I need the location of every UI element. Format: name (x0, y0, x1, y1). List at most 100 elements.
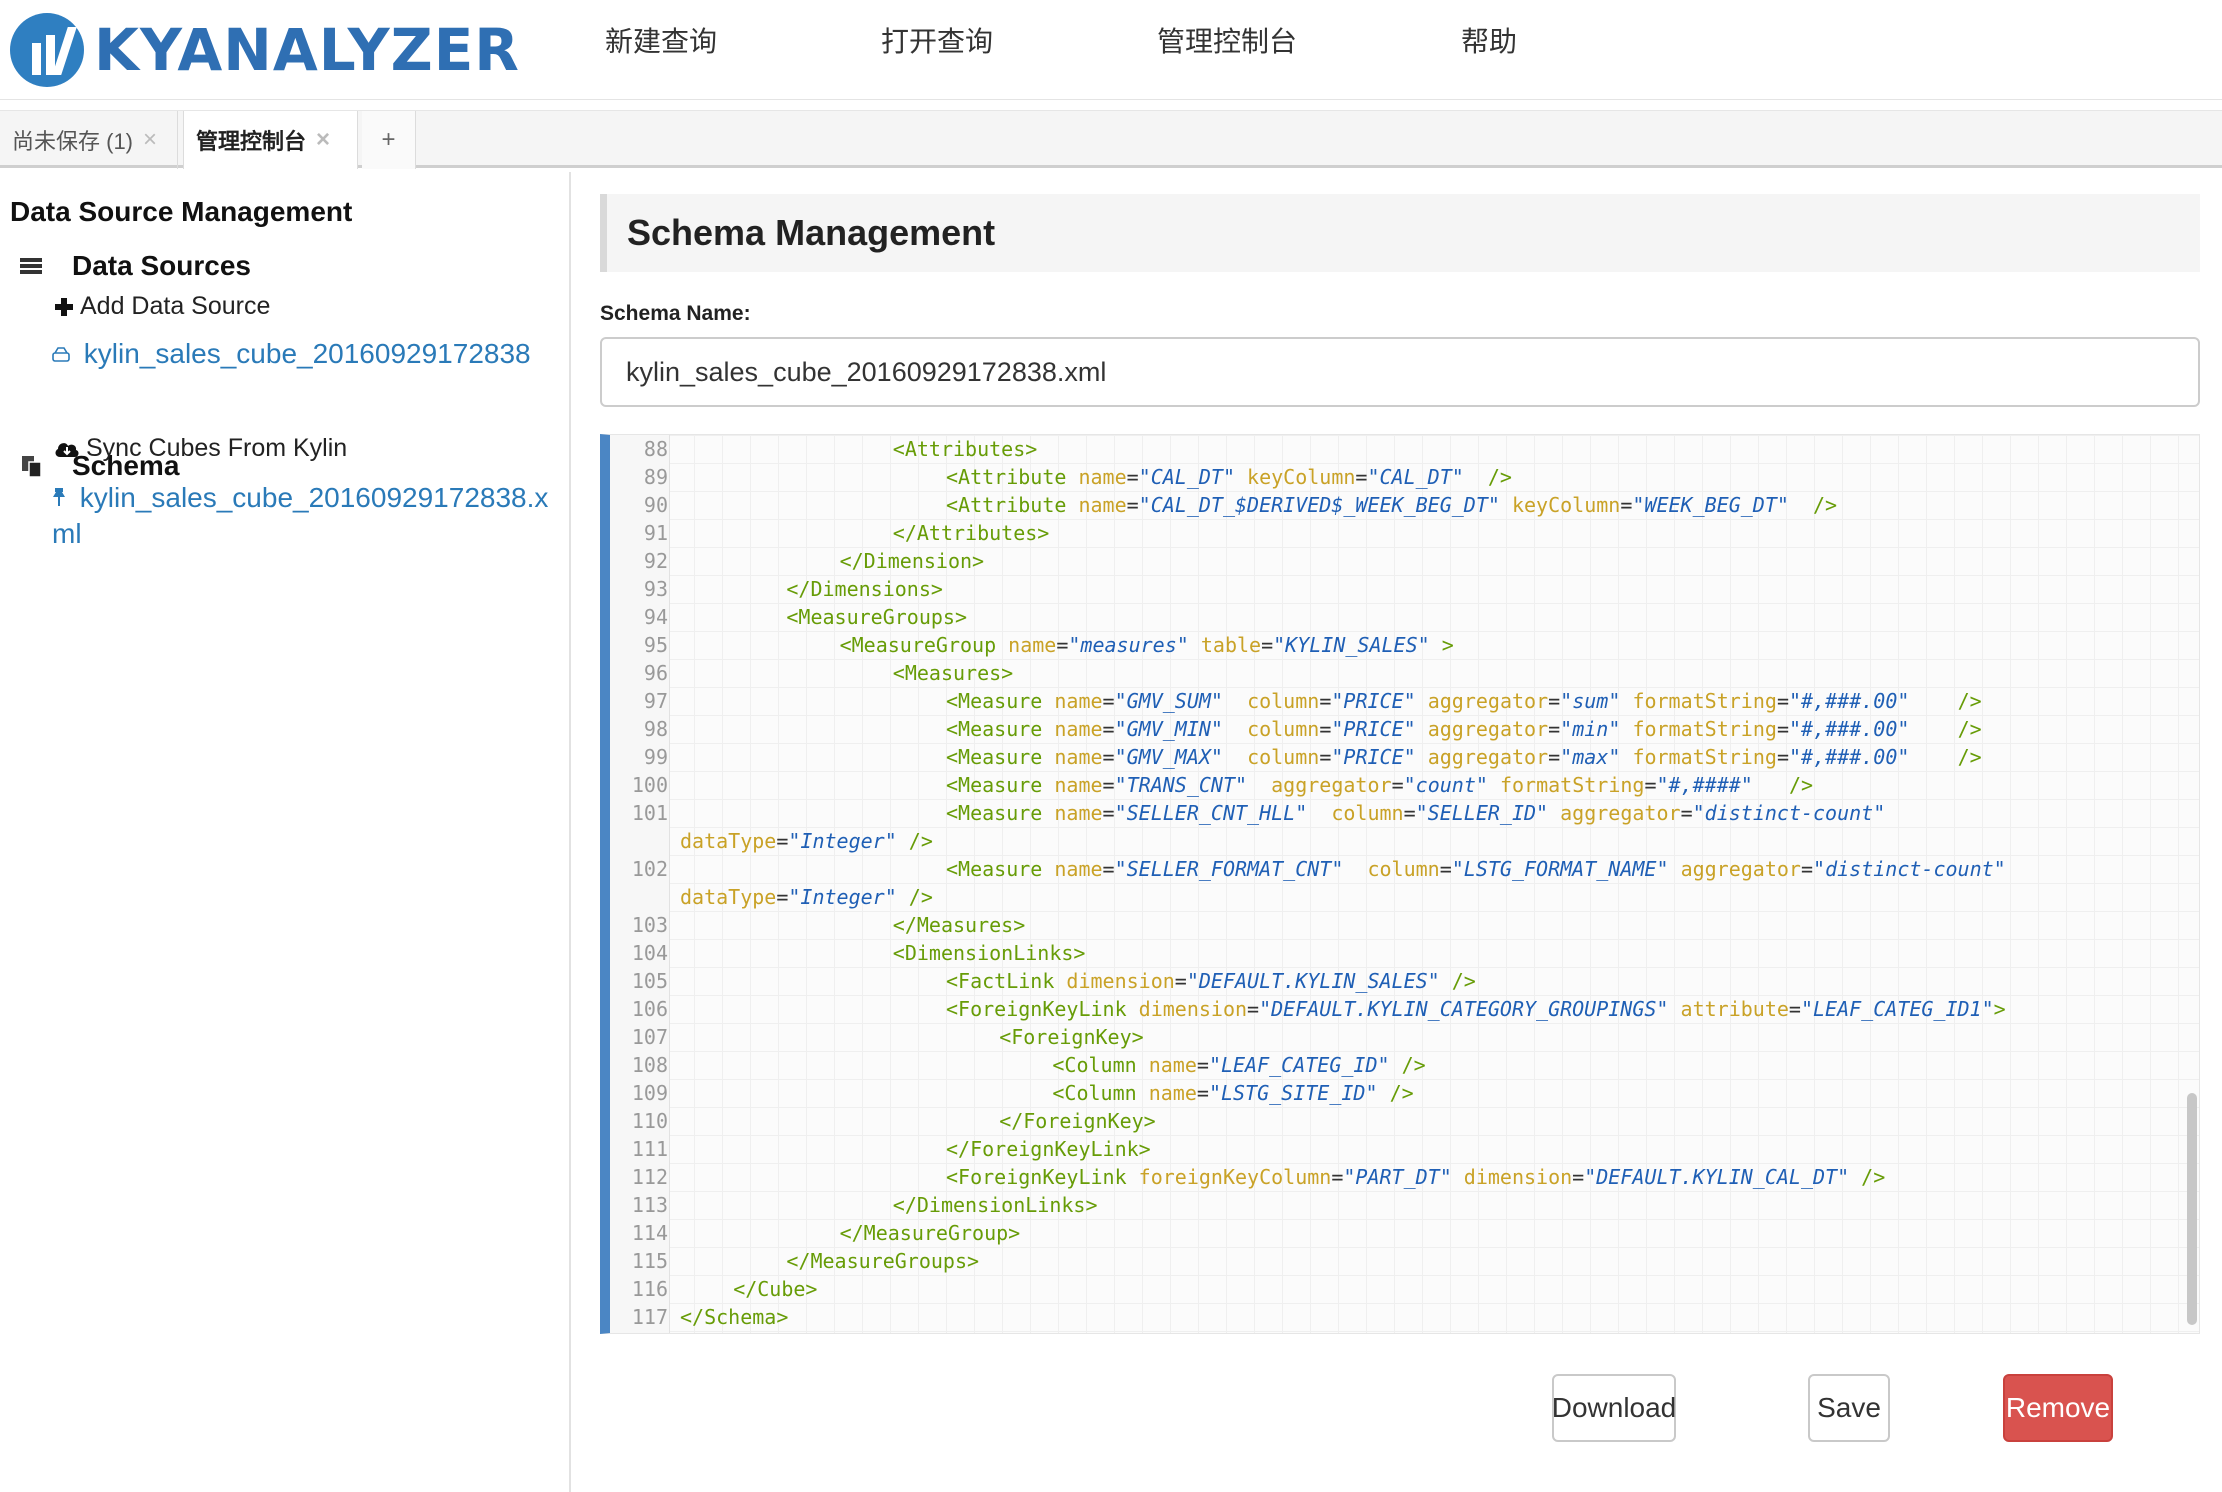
save-button[interactable]: Save (1808, 1374, 1890, 1442)
code-line: dataType="Integer" /> (610, 827, 2170, 855)
data-sources-label: Data Sources (72, 250, 251, 281)
add-tab-button[interactable]: + (362, 111, 416, 169)
editor-scrollbar[interactable] (2187, 1093, 2197, 1325)
code-line: 97 <Measure name="GMV_SUM" column="PRICE"… (610, 687, 2170, 715)
line-number: 97 (643, 689, 668, 713)
code-line: 114 </MeasureGroup> (610, 1219, 2170, 1247)
line-number: 96 (643, 661, 668, 685)
code-text: <Measure name="GMV_MAX" column="PRICE" a… (946, 745, 1982, 769)
code-line: 104 <DimensionLinks> (610, 939, 2170, 967)
code-line: 109 <Column name="LSTG_SITE_ID" /> (610, 1079, 2170, 1107)
line-number: 116 (631, 1277, 668, 1301)
code-text: <Column name="LSTG_SITE_ID" /> (1052, 1081, 1414, 1105)
code-text: <Measure name="SELLER_FORMAT_CNT" column… (946, 857, 2006, 881)
nav-admin-console[interactable]: 管理控制台 (1157, 22, 1297, 62)
code-line: 95 <MeasureGroup name="measures" table="K… (610, 631, 2170, 659)
nav-new-query[interactable]: 新建查询 (605, 22, 717, 62)
code-line: 103 </Measures> (610, 911, 2170, 939)
line-number: 106 (631, 997, 668, 1021)
code-line: 94 <MeasureGroups> (610, 603, 2170, 631)
line-number: 100 (631, 773, 668, 797)
code-line: 105 <FactLink dimension="DEFAULT.KYLIN_SA… (610, 967, 2170, 995)
line-number: 88 (643, 437, 668, 461)
code-text: </ForeignKey> (999, 1109, 1156, 1133)
code-line: 117 </Schema> (610, 1303, 2170, 1331)
hdd-icon (52, 347, 70, 362)
schema-file-item[interactable]: kylin_sales_cube_20160929172838.xml (52, 480, 562, 552)
code-text: <ForeignKey> (999, 1025, 1144, 1049)
page-title: Schema Management (627, 212, 996, 253)
code-text: <Attributes> (892, 437, 1038, 461)
list-icon (20, 258, 42, 274)
tab-label: 尚未保存 (1) (12, 129, 134, 154)
line-number: 110 (631, 1109, 668, 1133)
code-text: </DimensionLinks> (892, 1193, 1098, 1217)
nav-open-query[interactable]: 打开查询 (881, 22, 993, 62)
code-text: <MeasureGroups> (786, 605, 968, 629)
line-number: 95 (643, 633, 668, 657)
remove-button[interactable]: Remove (2003, 1374, 2113, 1442)
tab-unsaved[interactable]: 尚未保存 (1) × (0, 111, 178, 169)
code-line: 107 <ForeignKey> (610, 1023, 2170, 1051)
code-line: 99 <Measure name="GMV_MAX" column="PRICE"… (610, 743, 2170, 771)
code-text: <Column name="LEAF_CATEG_ID" /> (1052, 1053, 1426, 1077)
code-text: <ForeignKeyLink dimension="DEFAULT.KYLIN… (946, 997, 2006, 1021)
sync-cubes-label: Sync Cubes From Kylin (86, 434, 348, 462)
line-number: 105 (631, 969, 668, 993)
line-number: 112 (631, 1165, 668, 1189)
add-data-source-button[interactable]: Add Data Source (54, 292, 270, 321)
code-line: 91 </Attributes> (610, 519, 2170, 547)
line-number: 107 (631, 1025, 668, 1049)
main-nav: 新建查询 打开查询 管理控制台 帮助 (605, 22, 1517, 62)
line-number: 90 (643, 493, 668, 517)
code-text: <MeasureGroup name="measures" table="KYL… (839, 633, 1454, 657)
code-line: 108 <Column name="LEAF_CATEG_ID" /> (610, 1051, 2170, 1079)
main-panel: Schema Management Schema Name: 88 <Attrib… (573, 172, 2222, 1492)
plus-icon (55, 297, 73, 316)
download-button[interactable]: Download (1552, 1374, 1676, 1442)
line-number: 92 (643, 549, 668, 573)
schema-name-label: Schema Name: (600, 302, 751, 325)
pin-icon (53, 488, 65, 506)
tab-bar: 尚未保存 (1) × 管理控制台 × + (0, 110, 2222, 169)
data-source-item[interactable]: kylin_sales_cube_20160929172838 (52, 338, 531, 370)
code-line: 88 <Attributes> (610, 435, 2170, 463)
line-number: 114 (631, 1221, 668, 1245)
logo-text: KYANALYZER (94, 16, 520, 84)
line-number: 109 (631, 1081, 668, 1105)
code-text: </ForeignKeyLink> (946, 1137, 1151, 1161)
data-sources-section[interactable]: Data Sources (20, 250, 251, 282)
code-line: 96 <Measures> (610, 659, 2170, 687)
code-line: 100 <Measure name="TRANS_CNT" aggregator=… (610, 771, 2170, 799)
code-text: </MeasureGroup> (839, 1221, 1021, 1245)
close-icon[interactable]: × (143, 126, 157, 154)
line-number: 115 (631, 1249, 668, 1273)
xml-code-editor[interactable]: 88 <Attributes> 89 <Attribute name="CAL_DT"… (600, 434, 2200, 1334)
app-logo[interactable]: KYANALYZER (10, 10, 520, 90)
line-number: 102 (631, 857, 668, 881)
add-data-source-label: Add Data Source (80, 292, 271, 320)
line-number: 94 (643, 605, 668, 629)
line-number: 103 (631, 913, 668, 937)
code-text: <Measures> (892, 661, 1014, 685)
code-line: 93 </Dimensions> (610, 575, 2170, 603)
code-line: 102 <Measure name="SELLER_FORMAT_CNT" col… (610, 855, 2170, 883)
schema-name-input[interactable] (600, 337, 2200, 407)
code-line: 112 <ForeignKeyLink foreignKeyColumn="PAR… (610, 1163, 2170, 1191)
tab-label: 管理控制台 (196, 129, 307, 154)
code-text: </Measures> (892, 913, 1026, 937)
sync-cubes-button[interactable]: Sync Cubes From Kylin (54, 434, 347, 463)
code-text: <Measure name="GMV_MIN" column="PRICE" a… (946, 717, 1982, 741)
code-text: <Attribute name="CAL_DT" keyColumn="CAL_… (946, 465, 1512, 489)
line-number: 117 (631, 1305, 668, 1329)
schema-file-name: kylin_sales_cube_20160929172838.xml (52, 482, 549, 549)
code-text: <ForeignKeyLink foreignKeyColumn="PART_D… (946, 1165, 1886, 1189)
code-text: <DimensionLinks> (892, 941, 1086, 965)
close-icon[interactable]: × (316, 126, 330, 154)
code-text: </Dimensions> (786, 577, 943, 601)
tab-admin-console[interactable]: 管理控制台 × (183, 111, 358, 169)
code-text: <Measure name="TRANS_CNT" aggregator="co… (946, 773, 1814, 797)
code-line: 113 </DimensionLinks> (610, 1191, 2170, 1219)
nav-help[interactable]: 帮助 (1461, 22, 1517, 62)
code-line: 116 </Cube> (610, 1275, 2170, 1303)
